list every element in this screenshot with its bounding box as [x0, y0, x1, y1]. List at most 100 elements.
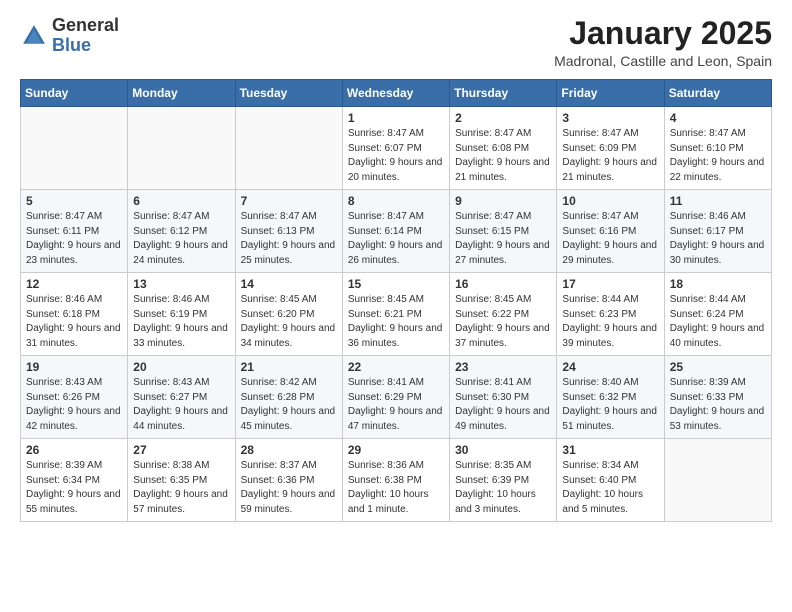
day-info: Sunrise: 8:45 AM Sunset: 6:22 PM Dayligh… — [455, 293, 551, 351]
calendar-cell — [128, 107, 235, 190]
day-info: Sunrise: 8:41 AM Sunset: 6:29 PM Dayligh… — [348, 376, 444, 434]
calendar-cell: 8Sunrise: 8:47 AM Sunset: 6:14 PM Daylig… — [342, 190, 449, 273]
calendar-cell: 15 Sunrise: 8:45 AM Sunset: 6:21 PM Dayli… — [342, 273, 449, 356]
day-info: Sunrise: 8:36 AM Sunset: 6:38 PM Dayligh… — [348, 459, 444, 517]
day-info: Sunrise: 8:35 AM Sunset: 6:39 PM Dayligh… — [455, 459, 551, 517]
day-number: 22 — [348, 360, 444, 374]
logo-icon — [20, 22, 48, 50]
weekday-header-sunday: Sunday — [21, 80, 128, 107]
logo: General Blue — [20, 16, 119, 56]
logo-text: General Blue — [52, 16, 119, 56]
calendar-cell: 28 Sunrise: 8:37 AM Sunset: 6:36 PM Dayli… — [235, 439, 342, 522]
day-number: 28 — [241, 443, 337, 457]
calendar-cell: 23 Sunrise: 8:41 AM Sunset: 6:30 PM Dayli… — [450, 356, 557, 439]
calendar-cell: 25Sunrise: 8:39 AM Sunset: 6:33 PM Dayli… — [664, 356, 771, 439]
day-info: Sunrise: 8:40 AM Sunset: 6:32 PM Dayligh… — [562, 376, 658, 434]
day-number: 30 — [455, 443, 551, 457]
day-info: Sunrise: 8:41 AM Sunset: 6:30 PM Dayligh… — [455, 376, 551, 434]
location: Madronal, Castille and Leon, Spain — [554, 53, 772, 69]
day-number: 12 — [26, 277, 122, 291]
month-title: January 2025 — [554, 16, 772, 51]
day-number: 19 — [26, 360, 122, 374]
calendar-cell: 27 Sunrise: 8:38 AM Sunset: 6:35 PM Dayli… — [128, 439, 235, 522]
day-number: 5 — [26, 194, 122, 208]
day-number: 29 — [348, 443, 444, 457]
week-row-2: 5 Sunrise: 8:47 AM Sunset: 6:11 PM Daylig… — [21, 190, 772, 273]
day-number: 24 — [562, 360, 658, 374]
week-row-3: 12 Sunrise: 8:46 AM Sunset: 6:18 PM Dayli… — [21, 273, 772, 356]
day-number: 1 — [348, 111, 444, 125]
day-info: Sunrise: 8:47 AM Sunset: 6:12 PM Dayligh… — [133, 210, 229, 268]
day-number: 9 — [455, 194, 551, 208]
calendar-table: SundayMondayTuesdayWednesdayThursdayFrid… — [20, 79, 772, 522]
day-number: 21 — [241, 360, 337, 374]
day-info: Sunrise: 8:47 AM Sunset: 6:16 PM Dayligh… — [562, 210, 658, 268]
day-info: Sunrise: 8:43 AM Sunset: 6:26 PM Dayligh… — [26, 376, 122, 434]
weekday-header-monday: Monday — [128, 80, 235, 107]
calendar-cell: 16Sunrise: 8:45 AM Sunset: 6:22 PM Dayli… — [450, 273, 557, 356]
calendar-cell: 1 Sunrise: 8:47 AM Sunset: 6:07 PM Daylig… — [342, 107, 449, 190]
logo-blue: Blue — [52, 35, 91, 55]
day-info: Sunrise: 8:46 AM Sunset: 6:17 PM Dayligh… — [670, 210, 766, 268]
calendar-cell: 2Sunrise: 8:47 AM Sunset: 6:08 PM Daylig… — [450, 107, 557, 190]
calendar-cell: 29 Sunrise: 8:36 AM Sunset: 6:38 PM Dayli… — [342, 439, 449, 522]
day-number: 27 — [133, 443, 229, 457]
calendar-cell: 26 Sunrise: 8:39 AM Sunset: 6:34 PM Dayli… — [21, 439, 128, 522]
calendar-cell: 5 Sunrise: 8:47 AM Sunset: 6:11 PM Daylig… — [21, 190, 128, 273]
day-info: Sunrise: 8:46 AM Sunset: 6:19 PM Dayligh… — [133, 293, 229, 351]
calendar-cell: 3 Sunrise: 8:47 AM Sunset: 6:09 PM Daylig… — [557, 107, 664, 190]
calendar-cell: 30 Sunrise: 8:35 AM Sunset: 6:39 PM Dayli… — [450, 439, 557, 522]
day-number: 3 — [562, 111, 658, 125]
calendar-cell: 9 Sunrise: 8:47 AM Sunset: 6:15 PM Daylig… — [450, 190, 557, 273]
day-info: Sunrise: 8:37 AM Sunset: 6:36 PM Dayligh… — [241, 459, 337, 517]
day-number: 4 — [670, 111, 766, 125]
weekday-header-friday: Friday — [557, 80, 664, 107]
day-info: Sunrise: 8:38 AM Sunset: 6:35 PM Dayligh… — [133, 459, 229, 517]
calendar-cell: 7Sunrise: 8:47 AM Sunset: 6:13 PM Daylig… — [235, 190, 342, 273]
calendar-cell: 11 Sunrise: 8:46 AM Sunset: 6:17 PM Dayli… — [664, 190, 771, 273]
calendar-cell: 20Sunrise: 8:43 AM Sunset: 6:27 PM Dayli… — [128, 356, 235, 439]
calendar-cell: 13 Sunrise: 8:46 AM Sunset: 6:19 PM Dayli… — [128, 273, 235, 356]
day-info: Sunrise: 8:43 AM Sunset: 6:27 PM Dayligh… — [133, 376, 229, 434]
calendar-cell — [664, 439, 771, 522]
calendar-cell: 17Sunrise: 8:44 AM Sunset: 6:23 PM Dayli… — [557, 273, 664, 356]
day-info: Sunrise: 8:39 AM Sunset: 6:34 PM Dayligh… — [26, 459, 122, 517]
week-row-1: 1 Sunrise: 8:47 AM Sunset: 6:07 PM Daylig… — [21, 107, 772, 190]
weekday-header-row: SundayMondayTuesdayWednesdayThursdayFrid… — [21, 80, 772, 107]
day-info: Sunrise: 8:46 AM Sunset: 6:18 PM Dayligh… — [26, 293, 122, 351]
day-info: Sunrise: 8:47 AM Sunset: 6:15 PM Dayligh… — [455, 210, 551, 268]
weekday-header-saturday: Saturday — [664, 80, 771, 107]
day-number: 6 — [133, 194, 229, 208]
day-info: Sunrise: 8:39 AM Sunset: 6:33 PM Dayligh… — [670, 376, 766, 434]
day-info: Sunrise: 8:34 AM Sunset: 6:40 PM Dayligh… — [562, 459, 658, 517]
calendar-cell: 12 Sunrise: 8:46 AM Sunset: 6:18 PM Dayli… — [21, 273, 128, 356]
calendar-cell: 14Sunrise: 8:45 AM Sunset: 6:20 PM Dayli… — [235, 273, 342, 356]
calendar-cell: 21 Sunrise: 8:42 AM Sunset: 6:28 PM Dayli… — [235, 356, 342, 439]
day-number: 26 — [26, 443, 122, 457]
day-number: 13 — [133, 277, 229, 291]
calendar-cell: 19 Sunrise: 8:43 AM Sunset: 6:26 PM Dayli… — [21, 356, 128, 439]
day-number: 18 — [670, 277, 766, 291]
day-number: 23 — [455, 360, 551, 374]
day-number: 15 — [348, 277, 444, 291]
day-number: 11 — [670, 194, 766, 208]
day-info: Sunrise: 8:42 AM Sunset: 6:28 PM Dayligh… — [241, 376, 337, 434]
day-info: Sunrise: 8:47 AM Sunset: 6:14 PM Dayligh… — [348, 210, 444, 268]
day-info: Sunrise: 8:44 AM Sunset: 6:24 PM Dayligh… — [670, 293, 766, 351]
day-info: Sunrise: 8:44 AM Sunset: 6:23 PM Dayligh… — [562, 293, 658, 351]
calendar-cell — [235, 107, 342, 190]
day-info: Sunrise: 8:47 AM Sunset: 6:07 PM Dayligh… — [348, 127, 444, 185]
day-info: Sunrise: 8:45 AM Sunset: 6:21 PM Dayligh… — [348, 293, 444, 351]
day-info: Sunrise: 8:47 AM Sunset: 6:10 PM Dayligh… — [670, 127, 766, 185]
calendar-cell: 4 Sunrise: 8:47 AM Sunset: 6:10 PM Daylig… — [664, 107, 771, 190]
weekday-header-tuesday: Tuesday — [235, 80, 342, 107]
day-number: 14 — [241, 277, 337, 291]
day-number: 7 — [241, 194, 337, 208]
day-info: Sunrise: 8:47 AM Sunset: 6:09 PM Dayligh… — [562, 127, 658, 185]
title-block: January 2025 Madronal, Castille and Leon… — [554, 16, 772, 69]
day-info: Sunrise: 8:47 AM Sunset: 6:11 PM Dayligh… — [26, 210, 122, 268]
day-number: 31 — [562, 443, 658, 457]
calendar-cell: 31 Sunrise: 8:34 AM Sunset: 6:40 PM Dayli… — [557, 439, 664, 522]
week-row-4: 19 Sunrise: 8:43 AM Sunset: 6:26 PM Dayli… — [21, 356, 772, 439]
week-row-5: 26 Sunrise: 8:39 AM Sunset: 6:34 PM Dayli… — [21, 439, 772, 522]
